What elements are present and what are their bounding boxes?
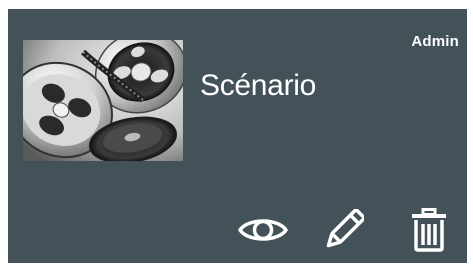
delete-button[interactable]	[403, 205, 455, 255]
view-button[interactable]	[237, 205, 289, 255]
trash-icon	[412, 208, 446, 252]
eye-icon	[238, 219, 288, 241]
scenario-title[interactable]: Scénario	[200, 69, 316, 103]
scenario-card: Admin Scénario	[8, 9, 467, 263]
film-reel-icon	[23, 40, 183, 161]
pencil-icon	[326, 209, 364, 248]
role-badge: Admin	[411, 33, 459, 50]
edit-button[interactable]	[318, 205, 370, 255]
scenario-thumbnail[interactable]	[23, 40, 183, 161]
